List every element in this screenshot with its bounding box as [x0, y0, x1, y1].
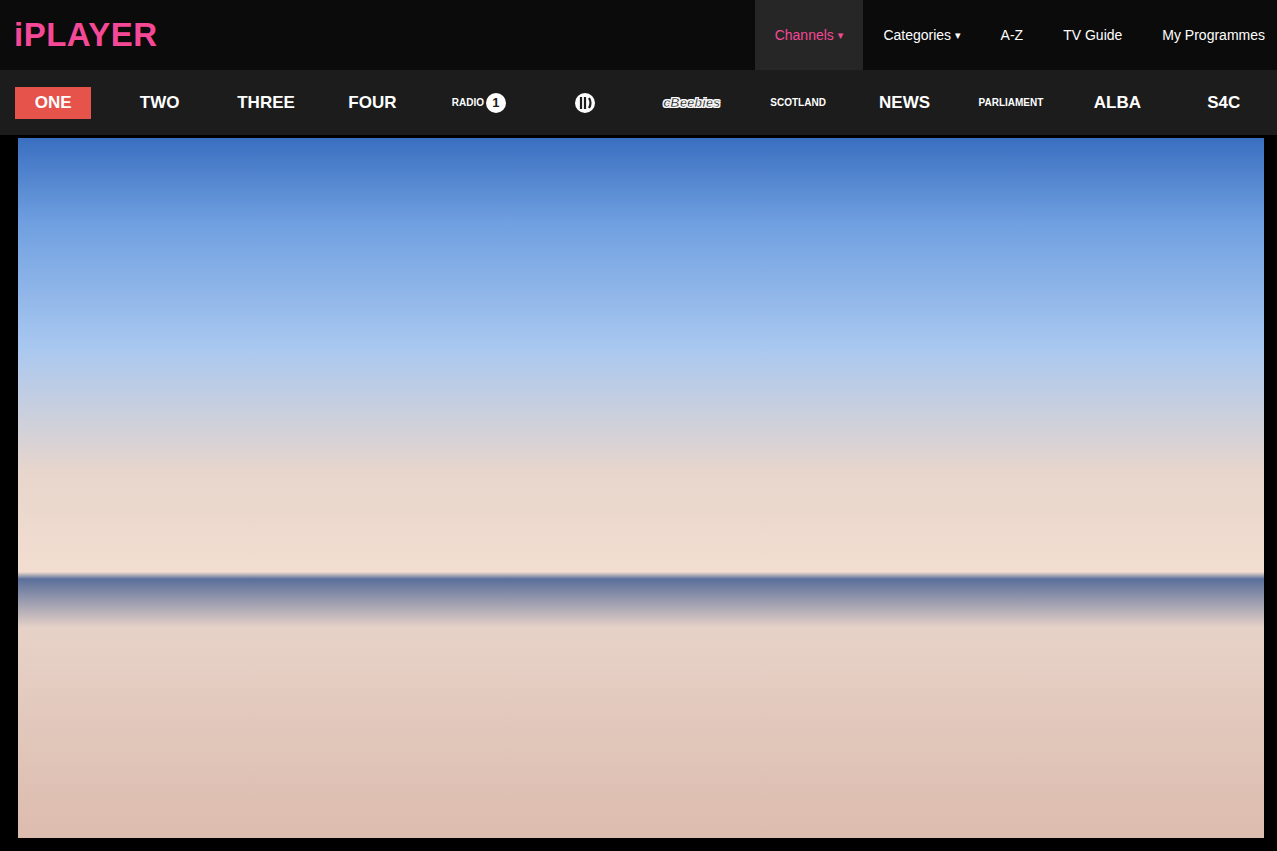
channel-cell: NEWS — [851, 87, 957, 119]
channel-cell: TWO — [106, 87, 212, 119]
channel-item[interactable]: SCOTLAND — [766, 91, 830, 114]
cbbc-icon[interactable] — [574, 92, 596, 114]
channel-cell: cBeebies — [638, 91, 744, 114]
channel-item[interactable]: cBeebies — [659, 91, 724, 114]
channel-cell: SCOTLAND — [745, 91, 851, 114]
channel-item[interactable]: TWO — [136, 87, 184, 119]
channel-item[interactable]: ALBA — [1090, 87, 1145, 119]
dropdown-caret-icon: ▾ — [955, 29, 961, 42]
channel-cell — [532, 92, 638, 114]
channel-cell: PARLIAMENT — [958, 91, 1064, 114]
channel-item[interactable]: S4C — [1203, 87, 1244, 119]
dropdown-caret-icon: ▾ — [838, 29, 844, 42]
iplayer-logo[interactable]: iPLAYER — [14, 0, 158, 70]
channel-cell: ALBA — [1064, 87, 1170, 119]
radio-badge: 1 — [486, 93, 506, 113]
player-area — [0, 136, 1277, 851]
channel-item[interactable]: NEWS — [875, 87, 934, 119]
channel-cell: FOUR — [319, 87, 425, 119]
nav-item[interactable]: TV Guide — [1043, 0, 1142, 70]
iplayer-page: iPLAYER Channels▾Categories▾A-ZTV GuideMy… — [0, 0, 1277, 851]
nav-item[interactable]: A-Z — [981, 0, 1044, 70]
channel-cell: S4C — [1171, 87, 1277, 119]
nav-item[interactable]: Categories▾ — [863, 0, 980, 70]
video-frame[interactable] — [18, 138, 1264, 838]
channel-bar: ONE TWO THREE FOUR RADIO1 cBeebies SCOTLAND NEW… — [0, 70, 1277, 136]
top-bar: iPLAYER Channels▾Categories▾A-ZTV GuideMy… — [0, 0, 1277, 70]
channel-item[interactable]: ONE — [15, 87, 91, 119]
channel-cell: ONE — [0, 87, 106, 119]
nav-item[interactable]: Channels▾ — [755, 0, 864, 70]
channel-item[interactable]: FOUR — [344, 87, 400, 119]
channel-cell: THREE — [213, 87, 319, 119]
main-nav: Channels▾Categories▾A-ZTV GuideMy Progra… — [755, 0, 1277, 70]
channel-item[interactable]: THREE — [233, 87, 299, 119]
channel-item[interactable]: RADIO1 — [452, 93, 506, 113]
nav-item[interactable]: My Programmes — [1142, 0, 1277, 70]
channel-item[interactable]: PARLIAMENT — [975, 91, 1048, 114]
channel-cell: RADIO1 — [426, 93, 532, 113]
